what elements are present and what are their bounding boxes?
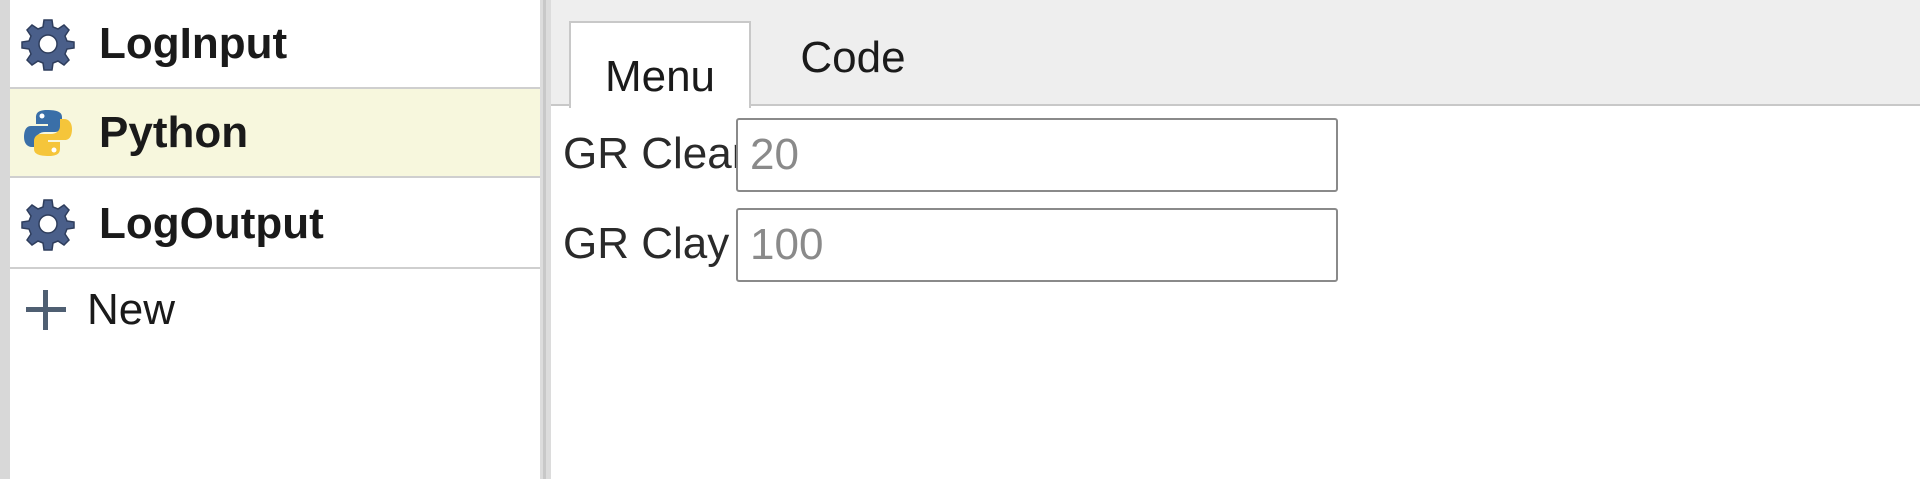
panel-splitter[interactable]	[540, 0, 551, 479]
sidebar-item-label: LogInput	[99, 18, 288, 68]
tab-code[interactable]: Code	[773, 21, 933, 106]
gr-clean-label: GR Clean	[563, 129, 757, 178]
gr-clay-label: GR Clay	[563, 219, 730, 268]
gear-icon	[20, 16, 76, 72]
sidebar-item-label: LogOutput	[99, 198, 324, 248]
app-window: LogInput Python LogOutput New Menu Code …	[0, 0, 1920, 479]
sidebar-item-logoutput[interactable]: LogOutput	[10, 180, 540, 269]
python-icon	[20, 105, 76, 161]
field-row-gr-clay: GR Clay	[563, 208, 1463, 282]
tab-bar: Menu Code	[551, 0, 1920, 108]
main-panel: Menu Code GR Clean GR Clay	[551, 0, 1920, 479]
plus-icon	[22, 286, 70, 334]
field-row-gr-clean: GR Clean	[563, 118, 1463, 192]
sidebar-item-loginput[interactable]: LogInput	[10, 0, 540, 89]
sidebar: LogInput Python LogOutput New	[10, 0, 540, 479]
sidebar-item-python[interactable]: Python	[10, 89, 540, 178]
gear-icon	[20, 196, 76, 252]
sidebar-item-label: Python	[99, 107, 249, 157]
new-label: New	[87, 285, 176, 334]
tab-menu[interactable]: Menu	[569, 21, 751, 108]
gr-clay-input[interactable]	[736, 208, 1338, 282]
new-button[interactable]: New	[10, 270, 540, 350]
gr-clean-input[interactable]	[736, 118, 1338, 192]
left-edge-bar	[0, 0, 10, 479]
